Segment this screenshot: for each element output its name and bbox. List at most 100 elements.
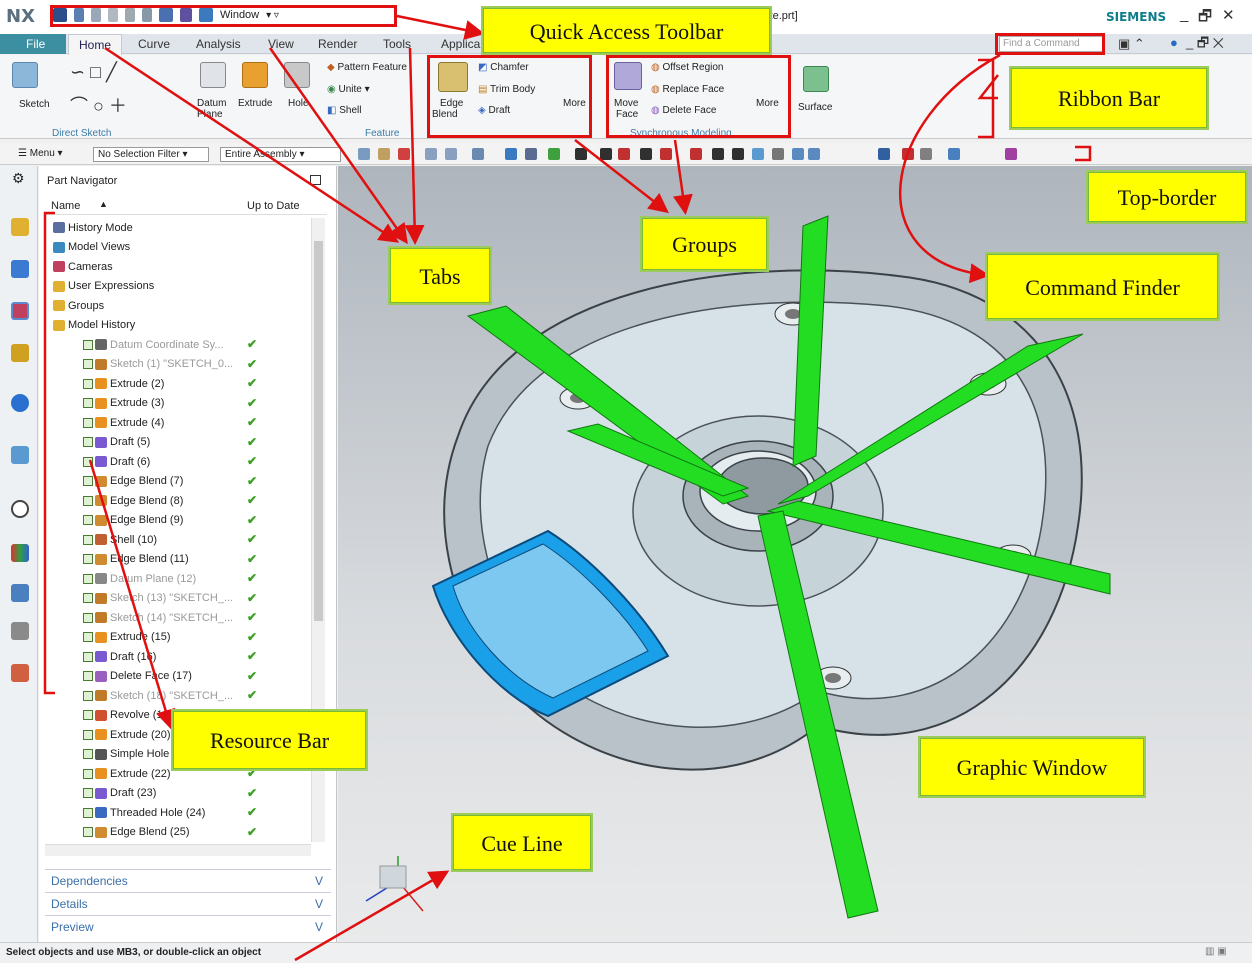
navigator-tree-row[interactable]: Sketch (18) "SKETCH_... [83, 686, 233, 705]
feature-checkbox[interactable] [83, 398, 93, 408]
part-navigator-icon[interactable] [11, 302, 29, 320]
navigator-scroll-thumb[interactable] [314, 241, 323, 621]
feature-checkbox[interactable] [83, 729, 93, 740]
navigator-tree-row[interactable]: Threaded Hole (24) [83, 803, 205, 822]
datum-label[interactable]: Datum [197, 98, 226, 109]
tab-view[interactable]: View [268, 37, 294, 51]
navigator-tree-row[interactable]: Delete Face (17) [83, 667, 192, 686]
feature-checkbox[interactable] [83, 573, 93, 584]
selection-toolbar-button-icon[interactable] [378, 148, 390, 160]
navigator-tree-row[interactable]: Extrude (2) [83, 374, 164, 393]
selection-toolbar-button-icon[interactable] [920, 148, 932, 160]
feature-checkbox[interactable] [83, 359, 93, 369]
extrude-icon[interactable] [242, 62, 268, 88]
window-controls-icon[interactable]: _ 🗗 ✕ [1186, 34, 1224, 56]
name-column-header[interactable]: Name [51, 200, 80, 212]
maximize-navigator-icon[interactable] [310, 175, 321, 185]
tab-render[interactable]: Render [318, 37, 357, 51]
surface-icon[interactable] [803, 66, 829, 92]
navigator-tree-row[interactable]: Cameras [53, 257, 113, 276]
help-icon[interactable]: ● [1170, 35, 1178, 50]
feature-checkbox[interactable] [83, 476, 93, 486]
selection-toolbar-button-icon[interactable] [948, 148, 960, 160]
manufacturing-wizards-icon[interactable] [11, 622, 29, 640]
reuse-library-icon[interactable] [11, 344, 29, 362]
datum-plane-icon[interactable] [200, 62, 226, 88]
navigator-tree-row[interactable]: History Mode [53, 218, 133, 237]
selection-toolbar-button-icon[interactable] [660, 148, 672, 160]
selection-toolbar-button-icon[interactable] [712, 148, 724, 160]
navigator-tree-row[interactable]: Sketch (13) "SKETCH_... [83, 589, 233, 608]
shell-button[interactable]: ◧ Shell [327, 105, 361, 116]
navigator-horizontal-scrollbar[interactable] [45, 844, 311, 856]
selection-scope-select[interactable]: Entire Assembly ▾ [220, 147, 341, 162]
selection-toolbar-button-icon[interactable] [878, 148, 890, 160]
feature-checkbox[interactable] [83, 417, 93, 428]
preview-panel[interactable]: V Preview [45, 915, 331, 937]
selection-toolbar-button-icon[interactable] [575, 148, 587, 160]
sketch-button[interactable]: Sketch [19, 99, 50, 110]
feature-checkbox[interactable] [83, 437, 93, 447]
feature-checkbox[interactable] [83, 827, 93, 837]
assembly-navigator-icon[interactable] [11, 218, 29, 236]
navigator-tree-row[interactable]: Draft (6) [83, 452, 150, 471]
feature-checkbox[interactable] [83, 515, 93, 525]
selection-toolbar-button-icon[interactable] [472, 148, 484, 160]
surface-button[interactable]: Surface [798, 102, 832, 113]
datum-plane-label[interactable]: Plane [197, 109, 223, 120]
selection-toolbar-button-icon[interactable] [808, 148, 820, 160]
navigator-tree-row[interactable]: Edge Blend (11) [83, 550, 189, 569]
feature-checkbox[interactable] [83, 534, 93, 545]
feature-checkbox[interactable] [83, 710, 93, 720]
feature-checkbox[interactable] [83, 788, 93, 798]
tab-applications[interactable]: Applica [441, 37, 480, 51]
ribbon-options-icon[interactable]: ▣ ⌃ [1118, 36, 1145, 52]
navigator-tree-row[interactable]: Revolve (19) [83, 706, 172, 725]
feature-checkbox[interactable] [83, 456, 93, 467]
navigator-tree-row[interactable]: Draft (5) [83, 433, 150, 452]
navigator-tree-row[interactable]: Edge Blend (9) [83, 511, 183, 530]
tab-file[interactable]: File [0, 34, 66, 54]
tab-tools[interactable]: Tools [383, 37, 411, 51]
tab-analysis[interactable]: Analysis [196, 37, 241, 51]
menu-button[interactable]: ☰ Menu ▾ [18, 148, 63, 159]
selection-toolbar-button-icon[interactable] [752, 148, 764, 160]
hd3d-tools-icon[interactable] [11, 394, 29, 412]
feature-checkbox[interactable] [83, 554, 93, 564]
selection-toolbar-button-icon[interactable] [640, 148, 652, 160]
selection-filter-select[interactable]: No Selection Filter ▾ [93, 147, 209, 162]
hole-button[interactable]: Hole [288, 98, 309, 109]
navigator-tree-row[interactable]: Extrude (20) [83, 725, 171, 744]
navigator-tree-row[interactable]: Datum Coordinate Sy... [83, 335, 224, 354]
feature-checkbox[interactable] [83, 651, 93, 662]
feature-checkbox[interactable] [83, 671, 93, 681]
feature-checkbox[interactable] [83, 339, 93, 350]
sketch-shape-icons[interactable]: ⌒ ○ ＋ [70, 92, 127, 118]
navigator-tree-row[interactable]: Extrude (4) [83, 413, 164, 432]
navigator-tree-row[interactable]: Edge Blend (25) [83, 823, 190, 842]
navigator-tree-row[interactable]: Edge Blend (7) [83, 472, 183, 491]
navigator-tree-row[interactable]: Edge Blend (8) [83, 491, 183, 510]
navigator-tree-row[interactable]: Sketch (1) "SKETCH_0... [83, 355, 233, 374]
sketch-curve-icons[interactable]: ∽ □ ╱ [70, 62, 117, 83]
selection-toolbar-button-icon[interactable] [398, 148, 410, 160]
details-panel[interactable]: V Details [45, 892, 331, 914]
dependencies-panel[interactable]: V Dependencies [45, 869, 331, 891]
feature-checkbox[interactable] [83, 690, 93, 701]
selection-toolbar-button-icon[interactable] [358, 148, 370, 160]
selection-toolbar-button-icon[interactable] [1005, 148, 1017, 160]
selection-toolbar-button-icon[interactable] [425, 148, 437, 160]
close-icon[interactable]: ✕ [1222, 6, 1235, 24]
hole-icon[interactable] [284, 62, 310, 88]
feature-checkbox[interactable] [83, 807, 93, 818]
extrude-button[interactable]: Extrude [238, 98, 272, 109]
selection-toolbar-button-icon[interactable] [525, 148, 537, 160]
feature-checkbox[interactable] [83, 632, 93, 642]
feature-checkbox[interactable] [83, 749, 93, 759]
tab-home[interactable]: Home [68, 34, 123, 55]
selection-toolbar-button-icon[interactable] [792, 148, 804, 160]
restore-icon[interactable]: 🗗 [1198, 6, 1212, 31]
unite-button[interactable]: ◉ Unite ▾ [327, 84, 370, 95]
process-studio-icon[interactable] [11, 584, 29, 602]
selection-toolbar-button-icon[interactable] [445, 148, 457, 160]
